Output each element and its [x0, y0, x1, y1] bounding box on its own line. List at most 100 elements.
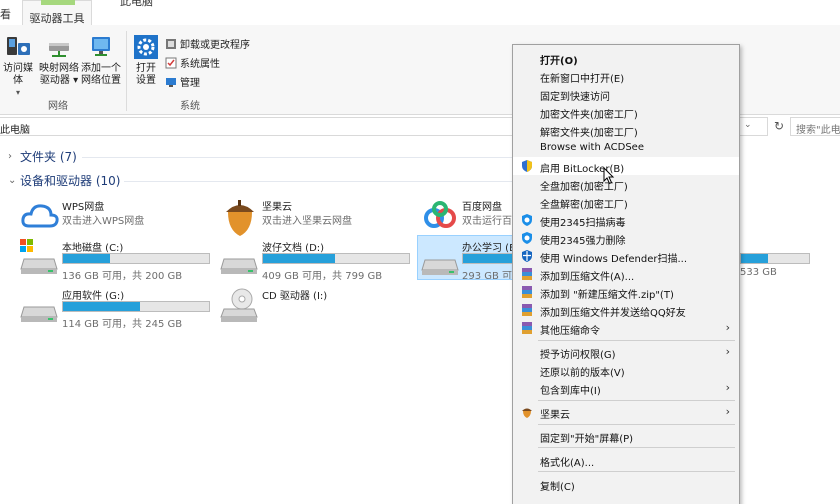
uninstall-label: 卸载或更改程序: [180, 40, 250, 51]
menu-item-open[interactable]: 打开(O): [513, 49, 739, 67]
hard-drive-icon: [20, 306, 58, 322]
menu-item-label: 固定到"开始"屏幕(P): [540, 434, 634, 445]
baidu-cloud-icon: [424, 201, 456, 228]
menu-item-label: 添加到 "新建压缩文件.zip"(T): [540, 290, 674, 301]
open-settings-button[interactable]: 打开 设置: [130, 33, 162, 87]
system-properties-button[interactable]: 系统属性: [165, 55, 220, 70]
menu-item-defender-scan[interactable]: 使用 Windows Defender扫描...: [513, 247, 739, 265]
section-folders-title: 文件夹 (7): [20, 150, 77, 164]
menu-separator: [538, 424, 735, 425]
context-menu: 打开(O) 在新窗口中打开(E) 固定到快速访问 加密文件夹(加密工厂) 解密文…: [512, 44, 740, 504]
cloud-item-wps[interactable]: WPS网盘 双击进入WPS网盘: [20, 196, 200, 240]
cloud-item-jianguoyun[interactable]: 坚果云 双击进入坚果云网盘: [220, 196, 400, 240]
menu-item-open-new-window[interactable]: 在新窗口中打开(E): [513, 67, 739, 85]
add-network-location-button[interactable]: 添加一个 网络位置: [80, 33, 122, 87]
chevron-down-icon: ⌄: [8, 175, 17, 186]
menu-item-copy[interactable]: 复制(C): [513, 475, 739, 493]
chevron-right-icon: ›: [725, 345, 730, 358]
chevron-down-icon[interactable]: ⌄: [744, 120, 752, 130]
menu-item-jianguoyun[interactable]: 坚果云 ›: [513, 403, 739, 421]
open-settings-label-1: 打开: [136, 63, 156, 74]
cloud-name: 百度网盘: [462, 202, 502, 213]
open-settings-label-2: 设置: [136, 75, 156, 86]
menu-item-other-compress[interactable]: 其他压缩命令 ›: [513, 319, 739, 337]
refresh-icon[interactable]: ↻: [770, 118, 788, 135]
drive-g[interactable]: 应用软件 (G:) 114 GB 可用，共 245 GB: [20, 285, 210, 330]
menu-item-include-library[interactable]: 包含到库中(I) ›: [513, 379, 739, 397]
menu-item-label: 使用2345扫描病毒: [540, 218, 626, 229]
drive-partial[interactable]: 533 GB: [740, 237, 840, 281]
menu-item-decrypt-folder[interactable]: 解密文件夹(加密工厂): [513, 121, 739, 139]
section-drives[interactable]: ⌄ 设备和驱动器 (10): [8, 172, 120, 189]
menu-item-restore-versions[interactable]: 还原以前的版本(V): [513, 361, 739, 379]
menu-item-archive-send-qq[interactable]: 添加到压缩文件并发送给QQ好友: [513, 301, 739, 319]
hard-drive-icon: [421, 259, 459, 275]
2345-shield-icon: [522, 232, 532, 244]
menu-item-encrypt-folder[interactable]: 加密文件夹(加密工厂): [513, 103, 739, 121]
menu-item-full-disk-decrypt[interactable]: 全盘解密(加密工厂): [513, 193, 739, 211]
drive-usage-bar: [740, 253, 810, 264]
menu-item-label: 添加到压缩文件(A)...: [540, 272, 635, 283]
drive-name: 办公学习 (E: [462, 243, 513, 254]
menu-separator: [538, 340, 735, 341]
menu-item-grant-access[interactable]: 授予访问权限(G) ›: [513, 343, 739, 361]
section-divider: [124, 181, 512, 182]
cloud-name: 坚果云: [262, 202, 292, 213]
uninstall-programs-button[interactable]: 卸载或更改程序: [165, 36, 250, 51]
menu-item-2345-delete[interactable]: 使用2345强力删除: [513, 229, 739, 247]
computer-manage-icon: [166, 77, 176, 87]
search-input[interactable]: 搜索"此电: [790, 117, 840, 136]
menu-item-add-zip[interactable]: 添加到 "新建压缩文件.zip"(T): [513, 283, 739, 301]
manage-button[interactable]: 管理: [165, 74, 200, 89]
manage-label: 管理: [180, 78, 200, 89]
archive-icon: [522, 304, 532, 316]
gear-icon: [134, 35, 158, 59]
section-folders[interactable]: › 文件夹 (7): [8, 148, 77, 165]
menu-item-label: 使用2345强力删除: [540, 236, 626, 247]
add-location-label-1: 添加一个: [81, 63, 121, 74]
menu-item-acdsee[interactable]: Browse with ACDSee: [513, 139, 739, 157]
drive-d[interactable]: 波仔文档 (D:) 409 GB 可用，共 799 GB: [220, 237, 410, 282]
menu-item-format[interactable]: 格式化(A)...: [513, 451, 739, 469]
menu-item-pin-start[interactable]: 固定到"开始"屏幕(P): [513, 427, 739, 445]
chevron-right-icon: ›: [725, 405, 730, 418]
drive-free-space: 136 GB 可用，共 200 GB: [62, 271, 183, 282]
drive-usage-bar: [462, 253, 512, 264]
menu-item-label: 加密文件夹(加密工厂): [540, 110, 638, 121]
drive-name: 应用软件 (G:): [62, 291, 125, 302]
map-drive-label-1: 映射网络: [39, 63, 79, 74]
tab-drive-tools[interactable]: 驱动器工具: [22, 0, 92, 26]
menu-item-2345-scan[interactable]: 使用2345扫描病毒: [513, 211, 739, 229]
archive-icon: [522, 268, 532, 280]
menu-item-add-archive[interactable]: 添加到压缩文件(A)...: [513, 265, 739, 283]
menu-item-label: 包含到库中(I): [540, 386, 601, 397]
drive-usage-bar: [262, 253, 410, 264]
menu-item-label: Browse with ACDSee: [540, 142, 644, 153]
tab-view[interactable]: 看: [0, 6, 11, 22]
menu-item-label: 打开(O): [540, 56, 578, 67]
menu-item-label: 在新窗口中打开(E): [540, 74, 625, 85]
menu-item-bitlocker[interactable]: 启用 BitLocker(B): [513, 157, 739, 175]
menu-item-label: 授予访问权限(G): [540, 350, 616, 361]
menu-item-full-disk-encrypt[interactable]: 全盘加密(加密工厂): [513, 175, 739, 193]
drive-name: CD 驱动器 (I:): [262, 291, 328, 302]
drive-c[interactable]: 本地磁盘 (C:) 136 GB 可用，共 200 GB: [20, 237, 210, 282]
group-network-label: 网络: [48, 101, 68, 112]
network-drive-icon: [49, 43, 69, 57]
cloud-item-baidu[interactable]: 百度网盘 双击运行百度: [420, 196, 515, 240]
drive-e[interactable]: 办公学习 (E 293 GB 可: [417, 235, 513, 280]
menu-item-label: 格式化(A)...: [540, 458, 595, 469]
menu-item-label: 解密文件夹(加密工厂): [540, 128, 638, 139]
cloud-subtitle: 双击运行百度: [462, 216, 515, 227]
section-divider: [82, 157, 512, 158]
wps-cloud-icon: [21, 204, 59, 228]
menu-item-pin-quick-access[interactable]: 固定到快速访问: [513, 85, 739, 103]
add-location-label-2: 网络位置: [81, 75, 121, 86]
system-properties-label: 系统属性: [180, 59, 220, 70]
menu-item-label: 全盘解密(加密工厂): [540, 200, 628, 211]
menu-item-label: 添加到压缩文件并发送给QQ好友: [540, 308, 686, 319]
drive-i-cd[interactable]: CD 驱动器 (I:): [220, 285, 410, 329]
map-network-drive-button[interactable]: 映射网络 驱动器 ▾: [38, 33, 80, 87]
access-media-button[interactable]: 访问媒体 ▾: [0, 33, 36, 99]
cloud-subtitle: 双击进入坚果云网盘: [262, 216, 352, 227]
